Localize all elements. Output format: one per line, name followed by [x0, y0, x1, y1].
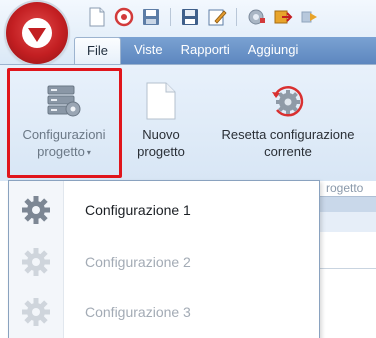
tab-viste[interactable]: Viste — [125, 37, 172, 64]
menu-item-configurazione-1[interactable]: Configurazione 1 — [9, 185, 319, 235]
reset-configuration-label-line1: Resetta configurazione — [221, 127, 355, 142]
export-icon[interactable] — [272, 6, 294, 28]
new-project-button[interactable]: Nuovo progetto — [128, 79, 194, 160]
new-document-large-icon — [139, 79, 183, 123]
floppy-icon[interactable] — [179, 6, 201, 28]
ribbon-tabs: File Viste Rapporti Aggiungi — [74, 37, 307, 64]
edit-icon[interactable] — [206, 6, 228, 28]
tab-file[interactable]: File — [74, 37, 121, 64]
menu-item-configurazione-3[interactable]: Configurazione 3 — [9, 287, 319, 337]
new-document-icon[interactable] — [86, 6, 108, 28]
menu-item-label: Configurazione 3 — [85, 304, 191, 320]
gear-icon — [9, 297, 63, 327]
reset-gear-icon — [266, 79, 310, 123]
menu-item-label: Configurazione 1 — [85, 202, 191, 218]
background-row — [320, 212, 376, 233]
ribbon-group-label: rogetto — [326, 181, 364, 195]
server-gear-icon — [42, 79, 86, 123]
app-logo-icon — [22, 18, 52, 48]
gear-small-icon[interactable] — [245, 6, 267, 28]
background-header-strip — [320, 196, 376, 213]
menu-item-configurazione-2[interactable]: Configurazione 2 — [9, 237, 319, 287]
project-configurations-label-line2: progetto ▾ — [37, 144, 91, 159]
ribbon-panel: Configurazioni progetto▾ Nuovo progetto — [0, 64, 376, 181]
reset-configuration-button[interactable]: Resetta configurazione corrente — [200, 79, 376, 160]
background-panel — [320, 232, 376, 268]
dropdown-caret-icon: ▾ — [86, 148, 91, 158]
toolbar-separator — [236, 8, 237, 26]
save-icon[interactable] — [140, 6, 162, 28]
menu-item-label: Configurazione 2 — [85, 254, 191, 270]
new-project-label-line2: progetto — [137, 144, 185, 159]
reset-configuration-label-line2: corrente — [264, 144, 312, 159]
project-configurations-label-line1: Configurazioni — [22, 127, 106, 142]
tab-aggiungi[interactable]: Aggiungi — [239, 37, 308, 64]
title-bar: File Viste Rapporti Aggiungi — [0, 0, 376, 64]
background-panel — [320, 268, 376, 338]
project-configurations-button[interactable]: Configurazioni progetto ▾ — [8, 79, 120, 161]
gear-icon — [9, 247, 63, 277]
quick-access-toolbar — [86, 4, 321, 30]
new-project-label-line1: Nuovo — [142, 127, 180, 142]
open-icon[interactable] — [113, 6, 135, 28]
app-window: File Viste Rapporti Aggiungi Configurazi… — [0, 0, 376, 338]
tab-rapporti[interactable]: Rapporti — [172, 37, 239, 64]
app-orb-button[interactable] — [6, 2, 68, 64]
toolbar-separator — [170, 8, 171, 26]
configurations-dropdown-menu: Configurazione 1 Configurazione 2 Config… — [8, 180, 320, 338]
gear-icon — [9, 195, 63, 225]
forward-icon[interactable] — [299, 6, 321, 28]
